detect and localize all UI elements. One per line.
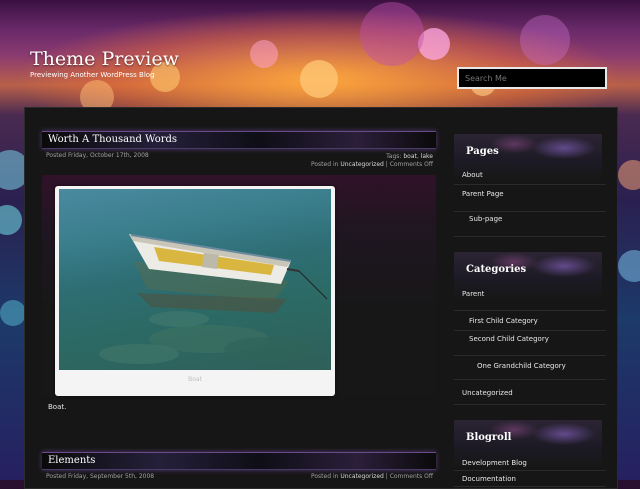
sidebar-item-development-blog[interactable]: Development Blog <box>454 455 606 471</box>
sidebar-blogroll-list: Development Blog Documentation <box>454 455 606 487</box>
bokeh-circle <box>618 160 640 190</box>
sidebar-blogroll-title: Blogroll <box>466 432 512 443</box>
boat-photo[interactable] <box>59 189 331 370</box>
bokeh-circle <box>250 40 278 68</box>
bokeh-circle <box>0 205 22 235</box>
post-date: Posted Friday, September 5th, 2008 <box>46 473 155 480</box>
post-title-bar: Elements <box>42 452 436 470</box>
bokeh-circle <box>360 2 424 66</box>
sidebar-item-second-child[interactable]: Second Child Category <box>454 331 606 356</box>
category-label: Posted in <box>310 161 339 168</box>
site-description: Previewing Another WordPress Blog <box>30 71 155 79</box>
meta-separator: | <box>385 473 388 480</box>
tag-link-boat[interactable]: boat <box>403 153 417 160</box>
sidebar-item-parent-page[interactable]: Parent Page <box>454 187 606 212</box>
sidebar-item-parent[interactable]: Parent <box>454 288 606 311</box>
sidebar-item-sub-page[interactable]: Sub-page <box>454 212 606 237</box>
post-tags: Tags: boat, lake <box>386 153 433 160</box>
post-title[interactable]: Worth A Thousand Words <box>48 134 177 145</box>
bokeh-circle <box>0 300 26 326</box>
bokeh-circle <box>618 250 640 282</box>
comments-status: Comments Off <box>389 473 433 480</box>
comments-status: Comments Off <box>389 161 433 168</box>
meta-separator: | <box>385 161 388 168</box>
sidebar-pages-title: Pages <box>466 146 499 157</box>
post-title[interactable]: Elements <box>48 455 95 466</box>
sidebar-item-uncategorized[interactable]: Uncategorized <box>454 383 606 405</box>
category-link-uncategorized[interactable]: Uncategorized <box>340 161 383 168</box>
sidebar-pages-list: About Parent Page Sub-page <box>454 168 606 237</box>
tag-link-lake[interactable]: lake <box>421 153 433 160</box>
post-category-line: Posted in Uncategorized | Comments Off <box>311 473 433 480</box>
boat-illustration <box>99 234 328 364</box>
category-link-uncategorized[interactable]: Uncategorized <box>340 473 383 480</box>
sidebar-item-about[interactable]: About <box>454 168 606 185</box>
image-caption: Boat <box>188 376 202 383</box>
tags-label: Tags: <box>386 153 402 160</box>
site-title[interactable]: Theme Preview <box>30 48 179 70</box>
image-frame: Boat <box>55 186 335 396</box>
category-label: Posted in <box>310 473 339 480</box>
post-title-bar: Worth A Thousand Words <box>42 131 436 149</box>
sidebar-item-documentation[interactable]: Documentation <box>454 471 606 487</box>
sidebar-item-grandchild[interactable]: One Grandchild Category <box>454 356 606 380</box>
post-excerpt: Boat. <box>48 403 67 411</box>
post-category-line: Posted in Uncategorized | Comments Off <box>311 161 433 168</box>
sidebar-item-first-child[interactable]: First Child Category <box>454 311 606 331</box>
bokeh-circle <box>520 15 570 65</box>
search-input[interactable] <box>457 67 607 89</box>
sidebar-categories-list: Parent First Child Category Second Child… <box>454 288 606 405</box>
bokeh-circle <box>300 60 338 98</box>
sidebar-categories-title: Categories <box>466 264 527 275</box>
post-date: Posted Friday, October 17th, 2008 <box>46 152 149 159</box>
